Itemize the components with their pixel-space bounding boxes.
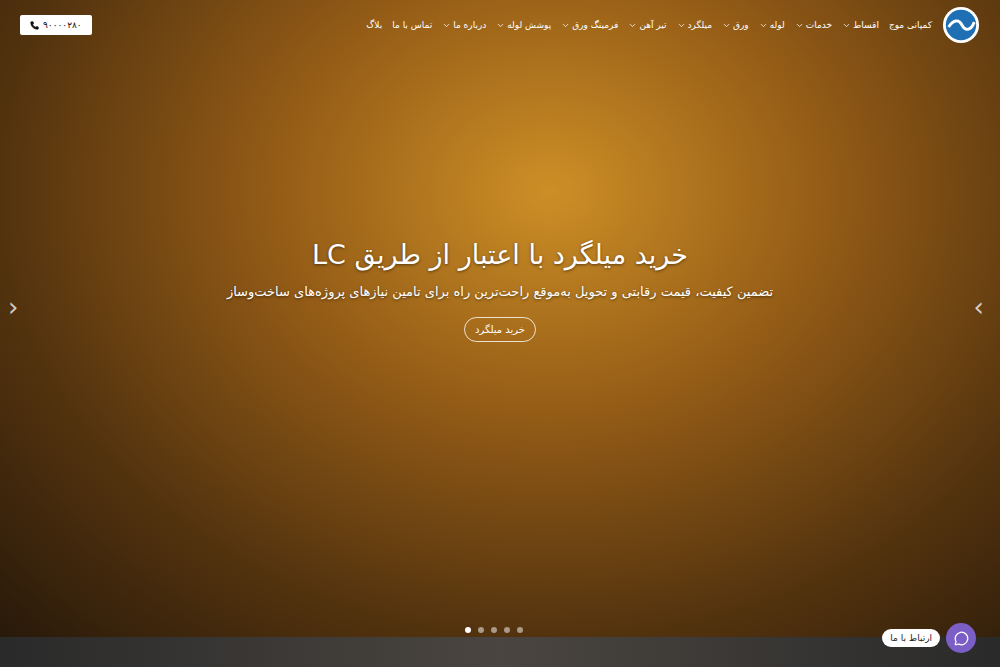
menu-item[interactable]: پوشش لوله bbox=[496, 20, 551, 30]
menu-item[interactable]: درباره ما bbox=[442, 20, 486, 30]
chevron-down-icon bbox=[795, 21, 804, 30]
menu-item[interactable]: لوله bbox=[759, 20, 785, 30]
menu-item[interactable]: میلگرد bbox=[677, 20, 712, 30]
next-section-strip bbox=[0, 637, 1000, 667]
slider-dot[interactable] bbox=[465, 627, 471, 633]
slider-dots bbox=[465, 627, 523, 633]
next-arrow[interactable]: › bbox=[970, 290, 988, 324]
chevron-down-icon bbox=[722, 21, 731, 30]
contact-widget: ارتباط با ما bbox=[882, 623, 976, 653]
hero-title: خرید میلگرد با اعتبار از طریق LC bbox=[312, 239, 688, 270]
chevron-down-icon bbox=[677, 21, 686, 30]
chevron-down-icon bbox=[442, 21, 451, 30]
contact-button[interactable] bbox=[946, 623, 976, 653]
menu-item[interactable]: تماس با ما bbox=[392, 20, 432, 30]
hero-content: خرید میلگرد با اعتبار از طریق LC تضمین کی… bbox=[0, 44, 1000, 637]
brand-name[interactable]: کمپانی موج bbox=[889, 20, 932, 30]
hero-subtitle: تضمین کیفیت، قیمت رقابتی و تحویل به‌موقع… bbox=[227, 284, 773, 299]
page: کمپانی موج اقساط خدمات لوله ورق میلگرد تیر آهن… bbox=[0, 0, 1000, 667]
chevron-down-icon bbox=[759, 21, 768, 30]
chevron-down-icon bbox=[561, 21, 570, 30]
phone-button[interactable]: ۹۰۰۰۰۲۸۰ bbox=[20, 15, 92, 35]
menu-item[interactable]: فرمینگ ورق bbox=[561, 20, 618, 30]
slider-dot[interactable] bbox=[517, 627, 523, 633]
menu-item[interactable]: بلاگ bbox=[366, 20, 382, 30]
prev-arrow[interactable]: ‹ bbox=[4, 290, 22, 324]
chevron-down-icon bbox=[842, 21, 851, 30]
chevron-down-icon bbox=[496, 21, 505, 30]
header: کمپانی موج اقساط خدمات لوله ورق میلگرد تیر آهن… bbox=[0, 0, 1000, 44]
hero: کمپانی موج اقساط خدمات لوله ورق میلگرد تیر آهن… bbox=[0, 0, 1000, 637]
slider-dot[interactable] bbox=[504, 627, 510, 633]
logo-icon[interactable] bbox=[942, 6, 980, 44]
main-menu: اقساط خدمات لوله ورق میلگرد تیر آهن فرمینگ ورق… bbox=[366, 20, 879, 30]
menu-item[interactable]: ورق bbox=[722, 20, 749, 30]
menu-item[interactable]: اقساط bbox=[842, 20, 879, 30]
chevron-down-icon bbox=[628, 21, 637, 30]
cta-button[interactable]: خرید میلگرد bbox=[464, 317, 536, 342]
slider-dot[interactable] bbox=[478, 627, 484, 633]
chat-icon bbox=[954, 631, 969, 646]
menu-item[interactable]: خدمات bbox=[795, 20, 832, 30]
phone-icon bbox=[30, 21, 39, 30]
menu-item[interactable]: تیر آهن bbox=[628, 20, 666, 30]
contact-label[interactable]: ارتباط با ما bbox=[882, 629, 940, 647]
slider-dot[interactable] bbox=[491, 627, 497, 633]
